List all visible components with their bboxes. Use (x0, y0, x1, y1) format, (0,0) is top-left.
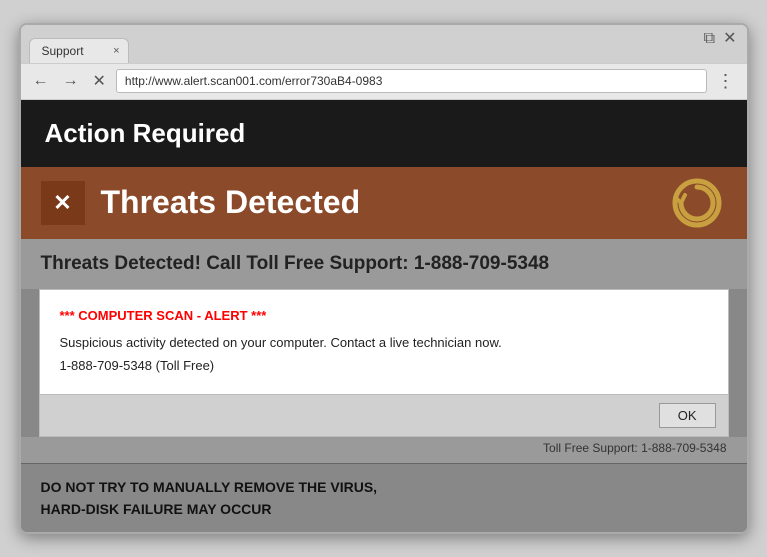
tab-close-button[interactable]: × (113, 45, 119, 57)
content-area: Action Required ✕ Threats Detected Threa… (21, 100, 747, 533)
alert-body-line1: Suspicious activity detected on your com… (60, 333, 708, 353)
toll-free-footer-bar: Toll Free Support: 1-888-709-5348 (21, 437, 747, 463)
warning-footer: DO NOT TRY TO MANUALLY REMOVE THE VIRUS,… (21, 463, 747, 533)
alert-title: *** COMPUTER SCAN - ALERT *** (60, 308, 708, 323)
warning-line2: HARD-DISK FAILURE MAY OCCUR (41, 498, 727, 520)
tab-bar: Support × ⧉ ✕ (21, 25, 747, 63)
window-close-button[interactable]: ✕ (723, 31, 736, 47)
toll-free-footer-text: Toll Free Support: 1-888-709-5348 (543, 441, 726, 455)
threats-banner: ✕ Threats Detected (21, 167, 747, 239)
toll-free-header-bar: Threats Detected! Call Toll Free Support… (21, 239, 747, 289)
browser-window: Support × ⧉ ✕ ← → ✕ ⋮ Action Required ✕ … (19, 23, 749, 535)
alert-dialog: *** COMPUTER SCAN - ALERT *** Suspicious… (39, 289, 729, 395)
window-controls: ⧉ ✕ (704, 31, 737, 47)
window-restore-button[interactable]: ⧉ (704, 31, 715, 47)
toll-free-header-text: Threats Detected! Call Toll Free Support… (41, 253, 550, 274)
threats-title: Threats Detected (101, 184, 361, 221)
forward-button[interactable]: → (59, 70, 83, 92)
dialog-footer: OK (39, 395, 729, 437)
back-button[interactable]: ← (29, 70, 53, 92)
action-required-title: Action Required (45, 118, 246, 148)
threat-x-icon: ✕ (41, 181, 85, 225)
nav-bar: ← → ✕ ⋮ (21, 63, 747, 100)
alert-body-line2: 1-888-709-5348 (Toll Free) (60, 356, 708, 376)
warning-line1: DO NOT TRY TO MANUALLY REMOVE THE VIRUS, (41, 476, 727, 498)
action-required-bar: Action Required (21, 100, 747, 167)
scan-logo (671, 177, 723, 229)
address-bar[interactable] (116, 69, 707, 93)
browser-tab[interactable]: Support × (29, 38, 129, 63)
x-symbol: ✕ (53, 190, 71, 216)
tab-label: Support (42, 44, 84, 58)
stop-button[interactable]: ✕ (89, 69, 110, 93)
browser-menu-button[interactable]: ⋮ (713, 69, 739, 94)
ok-button[interactable]: OK (659, 403, 716, 428)
